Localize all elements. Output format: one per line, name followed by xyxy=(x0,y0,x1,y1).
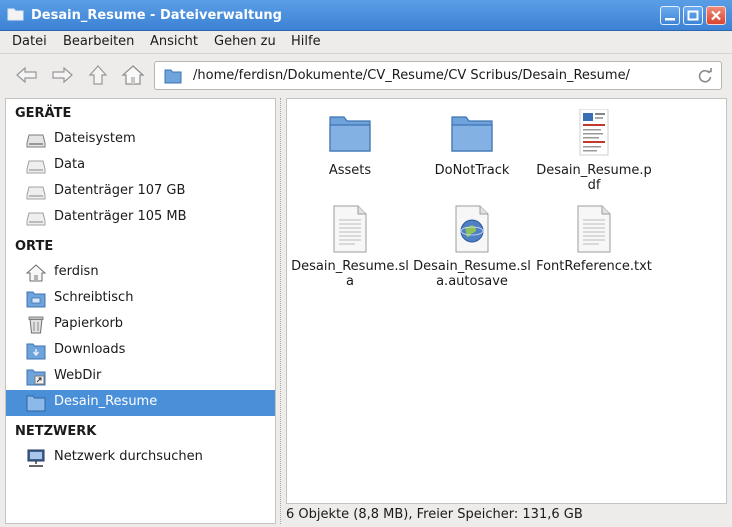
home-icon xyxy=(26,264,46,282)
folder-icon xyxy=(451,116,493,152)
trash-icon xyxy=(28,316,44,334)
menu-datei[interactable]: Datei xyxy=(12,34,47,49)
folder-icon xyxy=(329,116,371,152)
pdf-thumbnail-icon xyxy=(579,109,609,156)
home-button[interactable] xyxy=(120,64,146,86)
globe-document-icon xyxy=(455,205,489,253)
sidebar-item-datentraeger-105mb[interactable]: Datenträger 105 MB xyxy=(6,205,275,231)
close-button[interactable] xyxy=(706,6,726,25)
drive-icon xyxy=(26,134,46,148)
document-icon xyxy=(333,205,367,253)
reload-icon[interactable] xyxy=(697,68,713,84)
file-view: Assets DoNotTrack Desain_Resume.pdf Desa… xyxy=(286,98,727,504)
menu-hilfe[interactable]: Hilfe xyxy=(291,34,321,49)
maximize-button[interactable] xyxy=(683,6,703,25)
sidebar-item-data[interactable]: Data xyxy=(6,153,275,179)
sidebar-item-datentraeger-107gb[interactable]: Datenträger 107 GB xyxy=(6,179,275,205)
sidebar-item-papierkorb[interactable]: Papierkorb xyxy=(6,312,275,338)
folder-icon xyxy=(26,395,46,412)
up-icon xyxy=(88,65,108,85)
menu-bearbeiten[interactable]: Bearbeiten xyxy=(63,34,134,49)
minimize-button[interactable] xyxy=(660,6,680,25)
menu-gehen-zu[interactable]: Gehen zu xyxy=(214,34,276,49)
section-network: NETZWERK xyxy=(15,424,97,439)
status-text: 6 Objekte (8,8 MB), Freier Speicher: 131… xyxy=(286,507,583,522)
sidebar-item-schreibtisch[interactable]: Schreibtisch xyxy=(6,286,275,312)
desktop-folder-icon xyxy=(26,291,46,308)
forward-icon xyxy=(52,66,73,84)
drive-icon xyxy=(26,160,46,174)
close-icon xyxy=(711,10,721,21)
sidebar-item-desain-resume[interactable]: Desain_Resume xyxy=(6,390,275,416)
folder-icon xyxy=(7,8,24,21)
sidebar-item-dateisystem[interactable]: Dateisystem xyxy=(6,127,275,153)
menu-bar: Datei Bearbeiten Ansicht Gehen zu Hilfe xyxy=(0,31,732,53)
title-bar[interactable]: Desain_Resume - Dateiverwaltung xyxy=(0,0,732,31)
pane-splitter[interactable] xyxy=(278,98,284,524)
sidebar-item-ferdisn[interactable]: ferdisn xyxy=(6,260,275,286)
menu-ansicht[interactable]: Ansicht xyxy=(150,34,198,49)
sidebar: GERÄTE Dateisystem Data Datenträger 107 … xyxy=(5,98,276,524)
status-bar: 6 Objekte (8,8 MB), Freier Speicher: 131… xyxy=(286,506,727,526)
sidebar-item-netzwerk[interactable]: Netzwerk durchsuchen xyxy=(6,445,275,471)
window-title: Desain_Resume - Dateiverwaltung xyxy=(31,8,282,23)
toolbar: /home/ferdisn/Dokumente/CV_Resume/CV Scr… xyxy=(0,53,732,95)
sidebar-item-webdir[interactable]: WebDir xyxy=(6,364,275,390)
section-devices: GERÄTE xyxy=(15,106,72,121)
section-places: ORTE xyxy=(15,239,54,254)
sidebar-item-downloads[interactable]: Downloads xyxy=(6,338,275,364)
back-icon xyxy=(16,66,37,84)
drive-icon xyxy=(26,212,46,226)
location-bar[interactable]: /home/ferdisn/Dokumente/CV_Resume/CV Scr… xyxy=(154,61,722,90)
minimize-icon xyxy=(665,18,675,21)
text-document-icon xyxy=(577,205,611,253)
location-path: /home/ferdisn/Dokumente/CV_Resume/CV Scr… xyxy=(193,68,630,83)
folder-icon xyxy=(164,69,182,84)
maximize-icon xyxy=(687,10,699,21)
up-button[interactable] xyxy=(85,64,111,86)
forward-button[interactable] xyxy=(49,64,75,86)
home-icon xyxy=(121,65,145,85)
drive-icon xyxy=(26,186,46,200)
downloads-folder-icon xyxy=(26,343,46,360)
link-folder-icon xyxy=(26,369,46,386)
back-button[interactable] xyxy=(14,64,40,86)
network-icon xyxy=(27,449,45,467)
